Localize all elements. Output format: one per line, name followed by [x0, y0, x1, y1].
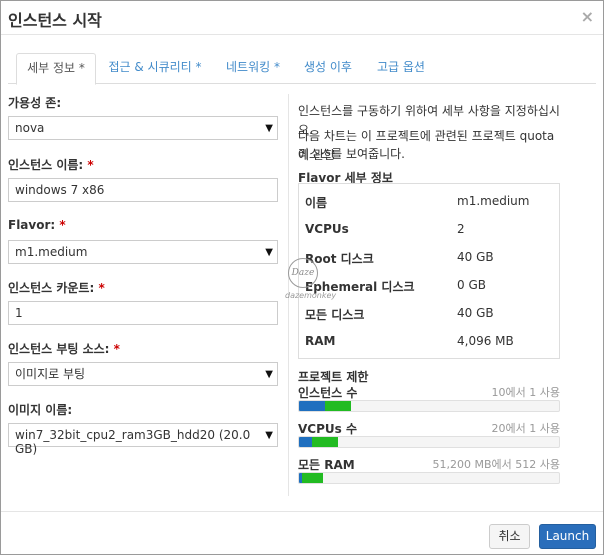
flavor-key: 이름 — [305, 196, 328, 210]
selected-value: m1.medium — [15, 245, 88, 259]
quota-bar-used — [299, 401, 325, 411]
quota-bar-added — [312, 437, 338, 447]
quota-usage: 20에서 1 사용 — [491, 422, 560, 435]
caret-down-icon: ▼ — [265, 369, 273, 380]
availability-zone-field: 가용성 존: nova ▼ — [8, 94, 278, 140]
quota-label: VCPUs 수 — [298, 422, 357, 436]
flavor-key: VCPUs — [305, 222, 349, 236]
flavor-key: RAM — [305, 334, 336, 348]
launch-button[interactable]: Launch — [539, 524, 596, 549]
launch-instance-dialog: 인스턴스 시작 × 세부 정보 * 접근 & 시큐리티 * 네트워킹 * 생성 … — [0, 0, 604, 555]
flavor-row: 모든 디스크 40 GB — [305, 306, 555, 322]
instance-count-input[interactable]: 1 — [8, 301, 278, 325]
quota-bar-used — [299, 437, 312, 447]
flavor-value: 4,096 MB — [457, 334, 514, 348]
flavor-row: Ephemeral 디스크 0 GB — [305, 278, 555, 294]
tab-post-creation[interactable]: 생성 이후 — [298, 53, 358, 84]
tab-label: 고급 옵션 — [377, 60, 425, 74]
caret-down-icon: ▼ — [265, 430, 273, 441]
image-name-field: 이미지 이름: win7_32bit_cpu2_ram3GB_hdd20 (20… — [8, 401, 278, 456]
required-marker: * — [75, 61, 85, 75]
tab-bar: 세부 정보 * 접근 & 시큐리티 * 네트워킹 * 생성 이후 고급 옵션 — [8, 53, 596, 85]
dialog-header: 인스턴스 시작 × — [1, 1, 603, 35]
quota-usage: 51,200 MB에서 512 사용 — [432, 458, 561, 471]
tab-networking[interactable]: 네트워킹 * — [218, 53, 288, 84]
flavor-select[interactable]: m1.medium ▼ — [8, 240, 278, 264]
quota-bar — [298, 436, 560, 448]
flavor-value: 0 GB — [457, 278, 486, 292]
flavor-details-table: 이름 m1.medium VCPUs 2 Root 디스크 40 GB Ephe… — [298, 183, 560, 359]
instance-name-field: 인스턴스 이름: * windows 7 x86 — [8, 156, 278, 202]
boot-source-select[interactable]: 이미지로 부팅 ▼ — [8, 362, 278, 386]
selected-value: 이미지로 부팅 — [15, 367, 86, 381]
tab-access-security[interactable]: 접근 & 시큐리티 * — [106, 53, 204, 84]
watermark-text: dazemonkey — [285, 291, 337, 300]
availability-zone-select[interactable]: nova ▼ — [8, 116, 278, 140]
quota-label: 인스턴스 수 — [298, 386, 358, 400]
required-marker: * — [270, 60, 280, 74]
required-marker: * — [191, 60, 202, 74]
flavor-value: 40 GB — [457, 250, 494, 264]
input-value: 1 — [15, 306, 23, 320]
selected-value: nova — [15, 121, 45, 135]
instance-count-label: 인스턴스 카운트: * — [8, 281, 105, 295]
required-marker: * — [55, 218, 66, 232]
flavor-row: Root 디스크 40 GB — [305, 250, 555, 266]
project-limits-title: 프로젝트 제한 — [298, 370, 369, 384]
quota-bar — [298, 400, 560, 412]
tab-details[interactable]: 세부 정보 * — [16, 53, 96, 85]
instance-name-label: 인스턴스 이름: * — [8, 158, 94, 172]
quota-label: 모든 RAM — [298, 458, 355, 472]
caret-down-icon: ▼ — [265, 247, 273, 258]
caret-down-icon: ▼ — [265, 123, 273, 134]
quota-description-line2: 리소스를 보여줍니다. — [298, 147, 405, 161]
tab-advanced-options[interactable]: 고급 옵션 — [368, 53, 434, 84]
flavor-value: 40 GB — [457, 306, 494, 320]
tab-label: 네트워킹 — [226, 60, 271, 74]
boot-source-label: 인스턴스 부팅 소스: * — [8, 342, 120, 356]
flavor-value: m1.medium — [457, 194, 530, 208]
quota-bar-added — [325, 401, 351, 411]
required-marker: * — [94, 281, 105, 295]
quota-usage: 10에서 1 사용 — [491, 386, 560, 399]
flavor-row: VCPUs 2 — [305, 222, 555, 238]
boot-source-field: 인스턴스 부팅 소스: * 이미지로 부팅 ▼ — [8, 340, 278, 386]
flavor-value: 2 — [457, 222, 465, 236]
flavor-key: 모든 디스크 — [305, 308, 365, 322]
dialog-title: 인스턴스 시작 — [8, 11, 102, 30]
availability-zone-label: 가용성 존: — [8, 96, 62, 110]
required-marker: * — [83, 158, 94, 172]
watermark-logo: Daze — [288, 258, 318, 288]
tab-label: 접근 & 시큐리티 — [108, 60, 192, 74]
footer-divider — [1, 511, 603, 512]
required-marker: * — [109, 342, 120, 356]
image-name-label: 이미지 이름: — [8, 403, 73, 417]
tab-label: 생성 이후 — [304, 60, 352, 74]
tab-label: 세부 정보 — [27, 61, 76, 75]
selected-value: win7_32bit_cpu2_ram3GB_hdd20 (20.0 GB) — [15, 428, 251, 456]
input-value: windows 7 x86 — [15, 183, 105, 197]
quota-bar — [298, 472, 560, 484]
image-name-select[interactable]: win7_32bit_cpu2_ram3GB_hdd20 (20.0 GB) ▼ — [8, 423, 278, 456]
quota-bar-added — [302, 473, 323, 483]
instance-name-input[interactable]: windows 7 x86 — [8, 178, 278, 202]
close-icon[interactable]: × — [581, 7, 594, 26]
flavor-row: RAM 4,096 MB — [305, 334, 555, 350]
instance-count-field: 인스턴스 카운트: * 1 — [8, 279, 278, 325]
flavor-row: 이름 m1.medium — [305, 194, 555, 210]
flavor-label: Flavor: * — [8, 218, 66, 232]
cancel-button[interactable]: 취소 — [489, 524, 530, 549]
flavor-field: Flavor: * m1.medium ▼ — [8, 218, 278, 264]
